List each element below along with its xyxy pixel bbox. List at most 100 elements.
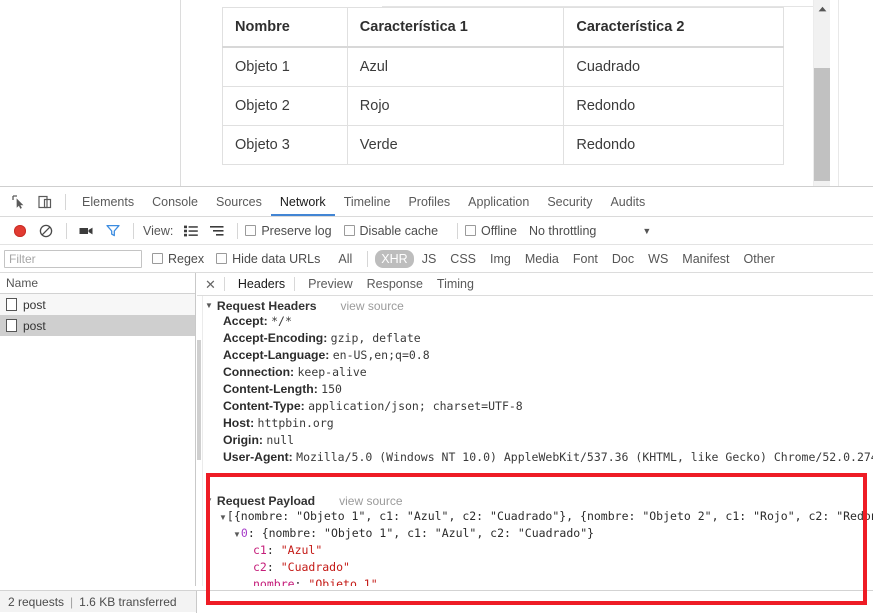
status-separator: | [70,594,74,609]
cell-caracteristica-2: Redondo [563,125,784,165]
web-page-viewport: Nombre Característica 1 Característica 2… [0,0,873,186]
table-row: Objeto 1 Azul Cuadrado [222,46,784,87]
header-key: Connection: [223,365,295,379]
payload-property: c2: "Cuadrado" [253,560,350,574]
request-payload-title: Request Payload [216,493,316,508]
view-source-link[interactable]: view source [339,494,402,508]
tab-sources[interactable]: Sources [207,187,271,216]
list-item[interactable]: post [0,294,195,315]
header-key: Origin: [223,433,263,447]
header-row: Accept-Encoding: gzip, deflate [197,331,873,348]
tab-elements[interactable]: Elements [73,187,143,216]
detail-tab-preview[interactable]: Preview [301,273,359,295]
type-filter-js[interactable]: JS [416,250,443,268]
header-row: Content-Type: application/json; charset=… [197,399,873,416]
cell-nombre: Objeto 1 [222,46,348,87]
header-row: Accept-Language: en-US,en;q=0.8 [197,348,873,365]
tab-network[interactable]: Network [270,187,335,216]
type-filter-font[interactable]: Font [567,250,604,268]
detail-tab-headers[interactable]: Headers [231,273,292,295]
tab-application[interactable]: Application [459,187,538,216]
type-filter-manifest[interactable]: Manifest [676,250,735,268]
type-filter-other[interactable]: Other [738,250,781,268]
payload-root-node[interactable]: ▼[{nombre: "Objeto 1", c1: "Azul", c2: "… [197,509,873,526]
close-icon[interactable]: ✕ [205,278,216,291]
triangle-down-icon: ▼ [233,530,241,539]
payload-property: nombre: "Objeto 1" [197,577,873,586]
request-headers-section-header[interactable]: ▼ Request Headers view source [197,297,873,314]
toolbar-divider [294,277,296,291]
devtools-tabbar: Elements Console Sources Network Timelin… [0,187,873,217]
payload-item-0[interactable]: ▼0: {nombre: "Objeto 1", c1: "Azul", c2:… [197,526,873,543]
throttling-select[interactable]: No throttling ▼ [529,224,651,238]
property-key: nombre [253,577,295,586]
triangle-down-icon: ▼ [205,301,213,310]
type-filter-css[interactable]: CSS [444,250,482,268]
throttling-value: No throttling [528,223,597,238]
page-vertical-scrollbar[interactable] [813,0,830,186]
offline-checkbox[interactable]: Offline [465,224,517,238]
scroll-up-arrow-icon[interactable] [814,0,831,17]
network-status-bar: 2 requests | 1.6 KB transferred [0,590,873,613]
type-filter-doc[interactable]: Doc [606,250,640,268]
tab-security[interactable]: Security [538,187,601,216]
toolbar-divider [457,222,459,239]
record-button-icon[interactable] [7,219,33,243]
network-request-list: Name post post [0,273,196,586]
preserve-log-checkbox[interactable]: Preserve log [245,224,332,238]
checkbox-box [465,225,477,236]
transferred-size: 1.6 KB transferred [79,594,177,609]
toolbar-divider [223,277,225,291]
header-row: Host: httpbin.org [197,416,873,433]
tab-timeline[interactable]: Timeline [335,187,400,216]
triangle-down-icon: ▼ [219,513,227,522]
detail-tabbar: ✕ Headers Preview Response Timing [197,273,873,296]
view-list-icon[interactable] [178,219,204,243]
table-row: Objeto 2 Rojo Redondo [222,86,784,126]
toolbar-divider [65,193,66,210]
checkbox-box [245,225,257,236]
header-key: Accept-Language: [223,348,330,362]
detail-scrollbar-thumb[interactable] [197,340,201,460]
request-payload-section-header[interactable]: ▼ Request Payload view source [197,492,873,509]
toolbar-divider [367,250,369,267]
clear-button-icon[interactable] [33,219,59,243]
toggle-device-toolbar-icon[interactable] [32,190,58,214]
view-label: View: [143,223,174,238]
property-value: "Objeto 1" [308,577,378,586]
header-value: httpbin.org [257,416,334,430]
inspect-element-icon[interactable] [6,190,32,214]
hide-data-urls-checkbox[interactable]: Hide data URLs [216,252,320,266]
view-waterfall-icon[interactable] [204,219,230,243]
filter-funnel-icon[interactable] [100,219,126,243]
type-filter-media[interactable]: Media [519,250,565,268]
type-filter-ws[interactable]: WS [642,250,674,268]
list-item[interactable]: post [0,315,195,336]
status-bar-right-area [196,591,873,613]
regex-checkbox[interactable]: Regex [152,252,204,266]
cell-caracteristica-1: Azul [346,46,565,87]
view-source-link[interactable]: view source [341,299,404,313]
tab-profiles[interactable]: Profiles [399,187,459,216]
disable-cache-checkbox[interactable]: Disable cache [343,223,439,238]
disable-cache-label: Disable cache [359,223,439,238]
triangle-down-icon: ▼ [205,496,213,505]
filter-input[interactable] [4,249,142,268]
detail-tab-timing[interactable]: Timing [430,273,481,295]
capture-screenshots-icon[interactable] [74,219,100,243]
page-scrollbar-thumb[interactable] [814,68,830,181]
tab-audits[interactable]: Audits [601,187,654,216]
property-value: "Azul" [280,543,323,557]
header-value: null [266,433,295,447]
request-headers-title: Request Headers [216,298,317,313]
detail-tab-response[interactable]: Response [360,273,430,295]
checkbox-box [343,225,355,236]
objects-table: Nombre Característica 1 Característica 2… [222,7,784,165]
table-row: Objeto 3 Verde Redondo [222,125,784,165]
type-filter-img[interactable]: Img [484,250,517,268]
type-filter-all[interactable]: All [332,250,358,268]
header-value: */* [271,314,292,328]
type-filter-xhr[interactable]: XHR [375,249,414,268]
tab-console[interactable]: Console [143,187,207,216]
payload-item-index: 0 [240,526,248,540]
